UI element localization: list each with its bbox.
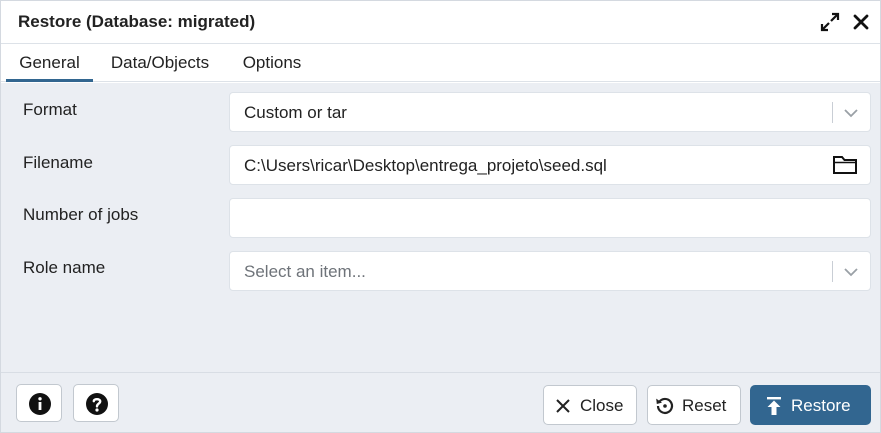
form-body: Format Custom or tar Filename C:\Users\r… xyxy=(1,83,880,372)
select-separator xyxy=(832,261,833,282)
dialog-footer: Close Reset Restore xyxy=(1,372,880,432)
filename-input[interactable]: C:\Users\ricar\Desktop\entrega_projeto\s… xyxy=(229,145,871,185)
folder-icon[interactable] xyxy=(832,154,858,176)
close-button[interactable]: Close xyxy=(543,385,637,425)
close-button-label: Close xyxy=(580,396,624,415)
tab-general[interactable]: General xyxy=(6,44,93,82)
jobs-input[interactable] xyxy=(229,198,871,238)
filename-value: C:\Users\ricar\Desktop\entrega_projeto\s… xyxy=(244,156,607,175)
role-select[interactable]: Select an item... xyxy=(229,251,871,291)
reset-button-label: Reset xyxy=(682,396,727,415)
tab-data-objects[interactable]: Data/Objects xyxy=(98,44,222,82)
role-placeholder: Select an item... xyxy=(244,262,366,281)
jobs-label: Number of jobs xyxy=(23,205,139,224)
close-icon xyxy=(556,399,570,413)
restore-button[interactable]: Restore xyxy=(750,385,871,425)
info-button[interactable] xyxy=(16,384,62,422)
help-icon xyxy=(86,393,108,415)
close-icon[interactable] xyxy=(851,12,871,32)
reset-icon xyxy=(656,397,674,415)
help-button[interactable] xyxy=(73,384,119,422)
format-value: Custom or tar xyxy=(244,103,347,122)
upload-icon xyxy=(767,397,781,415)
reset-button[interactable]: Reset xyxy=(647,385,741,425)
select-separator xyxy=(832,102,833,123)
chevron-down-icon[interactable] xyxy=(843,264,859,280)
format-select[interactable]: Custom or tar xyxy=(229,92,871,132)
format-label: Format xyxy=(23,100,77,119)
info-icon xyxy=(29,393,51,415)
dialog-title: Restore (Database: migrated) xyxy=(18,12,256,31)
tab-bar: General Data/Objects Options xyxy=(1,44,880,82)
role-label: Role name xyxy=(23,258,106,277)
chevron-down-icon[interactable] xyxy=(843,105,859,121)
filename-label: Filename xyxy=(23,153,93,172)
restore-button-label: Restore xyxy=(791,396,851,415)
tab-options[interactable]: Options xyxy=(231,44,313,82)
restore-dialog: Restore (Database: migrated) General Dat… xyxy=(0,0,881,433)
maximize-icon[interactable] xyxy=(819,11,841,33)
dialog-titlebar: Restore (Database: migrated) xyxy=(1,1,880,44)
